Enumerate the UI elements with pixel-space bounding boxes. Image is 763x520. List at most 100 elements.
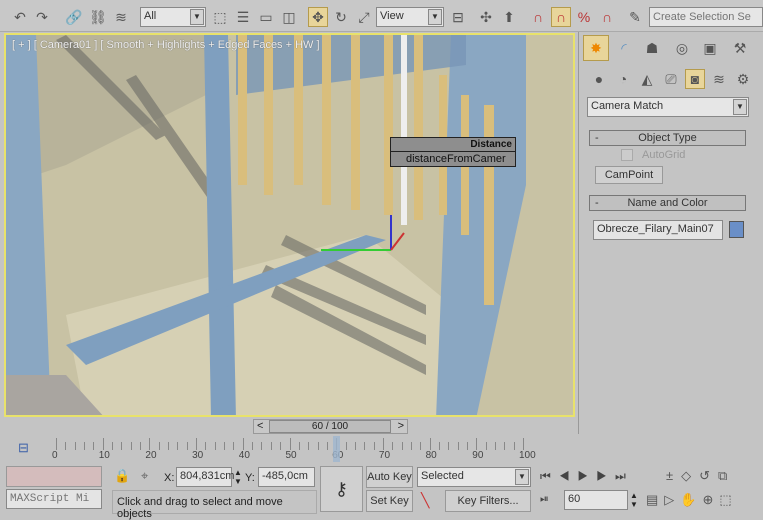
pan-icon[interactable]: ✋ [680, 492, 702, 507]
select-rotate-icon[interactable]: ↻ [331, 7, 351, 27]
lock-icon[interactable]: 🔒 [114, 468, 130, 484]
timeline-tick [242, 438, 244, 450]
next-frame-icon[interactable]: ▶ [596, 469, 615, 483]
select-scale-icon[interactable]: ⤢ [354, 7, 374, 27]
time-slider-thumb[interactable]: 60 / 100 [269, 420, 391, 433]
select-object-icon[interactable]: ⬚ [210, 7, 230, 27]
zoom-all-icon[interactable]: ◇ [681, 468, 699, 483]
key-mode-toggle-icon[interactable]: ⏯ [540, 493, 549, 506]
modify-tab[interactable]: ◜ [611, 35, 637, 61]
zoom-icon[interactable]: ± [666, 468, 681, 483]
timeline-tick [523, 438, 524, 450]
angle-snap-icon[interactable]: ∩ [551, 7, 571, 27]
x-spinner[interactable]: ▲ ▼ [234, 468, 242, 486]
maximize-toggle-icon[interactable]: ⬚ [719, 492, 737, 507]
window-crossing-icon[interactable]: ◫ [279, 7, 299, 27]
play-icon[interactable]: ▶ [578, 469, 597, 483]
camera-viewport[interactable]: [ + ] [ Camera01 ] [ Smooth + Highlights… [4, 33, 575, 417]
timeline-tick [485, 442, 487, 450]
next-frame-icon[interactable]: > [398, 420, 404, 432]
time-slider[interactable]: < 60 / 100 > [253, 419, 408, 434]
frame-spinner[interactable]: ▲ ▼ [630, 491, 638, 509]
utilities-tab[interactable]: ⚒ [727, 35, 753, 61]
y-coordinate-field[interactable]: -485,0cm [258, 467, 315, 487]
time-config-icon[interactable]: ▤ [646, 492, 664, 507]
key-tangent-icon[interactable]: ╲ [421, 492, 429, 509]
maximize-icon[interactable]: ⧉ [718, 468, 735, 483]
maxscript-listener-output[interactable] [6, 466, 102, 487]
hierarchy-tab[interactable]: ☗ [639, 35, 665, 61]
status-prompt: Click and drag to select and move object… [112, 490, 317, 520]
y-label: Y: [245, 472, 255, 484]
timeline[interactable]: ⊟ 0102030405060708090100 [0, 436, 578, 464]
timeline-tick-label: 50 [285, 450, 297, 461]
timeline-tick-label: 100 [519, 450, 536, 461]
reference-coord-dropdown[interactable]: View ▼ [376, 7, 444, 27]
category-dropdown[interactable]: Camera Match ▼ [587, 97, 749, 117]
systems-icon[interactable]: ⚙ [733, 69, 753, 89]
lights-icon[interactable]: ◭ [637, 69, 657, 89]
timeline-tick [261, 442, 263, 450]
motion-tab[interactable]: ◎ [669, 35, 695, 61]
create-tab[interactable]: ✸ [583, 35, 609, 61]
autogrid-checkbox[interactable] [621, 149, 633, 161]
viewport-label[interactable]: [ + ] [ Camera01 ] [ Smooth + Highlights… [12, 39, 320, 51]
selection-filter-dropdown[interactable]: All ▼ [140, 7, 206, 27]
spinner-snap-icon[interactable]: ∩ [597, 7, 617, 27]
object-type-rollout-header[interactable]: - Object Type [589, 130, 746, 146]
walk-through-icon[interactable]: ▷ [664, 492, 680, 507]
timeline-tick [420, 442, 422, 450]
select-by-name-icon[interactable]: ☰ [233, 7, 253, 27]
bind-space-warp-icon[interactable]: ≋ [111, 7, 131, 27]
timeline-tick [401, 442, 403, 450]
helpers-icon[interactable]: ◙ [685, 69, 705, 89]
timeline-tick [233, 442, 235, 450]
timeline-tick [466, 442, 468, 450]
named-selection-input[interactable] [649, 7, 763, 27]
orbit-icon[interactable]: ↺ [699, 468, 718, 483]
pivot-icon[interactable]: ⊟ [448, 7, 468, 27]
key-filters-button[interactable]: Key Filters... [445, 490, 531, 512]
object-color-swatch[interactable] [729, 221, 744, 238]
link-icon[interactable]: 🔗 [64, 7, 84, 27]
mirror-icon[interactable]: ✣ [476, 7, 496, 27]
timeline-tick [177, 442, 179, 450]
set-key-mode-button[interactable]: ⚷ [320, 466, 363, 512]
space-warps-icon[interactable]: ≋ [709, 69, 729, 89]
timeline-tick [65, 442, 67, 450]
curve-editor-icon[interactable]: ⊟ [18, 440, 29, 456]
timeline-tick [513, 442, 515, 450]
undo-icon[interactable]: ↶ [10, 7, 30, 27]
campoint-button[interactable]: CamPoint [595, 166, 663, 184]
unlink-icon[interactable]: ⛓ [88, 7, 108, 27]
current-frame-marker[interactable] [333, 436, 341, 462]
shapes-icon[interactable]: ◔ [613, 69, 633, 89]
x-coordinate-field[interactable]: 804,831cm [176, 467, 234, 487]
object-name-field[interactable]: Obrecze_Filary_Main07 [593, 220, 723, 240]
redo-icon[interactable]: ↷ [32, 7, 52, 27]
cameras-icon[interactable]: ⎚ [661, 69, 681, 89]
maxscript-mini-listener[interactable] [6, 489, 102, 509]
timeline-tick [93, 442, 95, 450]
display-tab[interactable]: ▣ [697, 35, 723, 61]
orbit-camera-icon[interactable]: ⊕ [702, 492, 719, 507]
go-to-start-icon[interactable]: ⏮ [540, 469, 559, 483]
select-move-icon[interactable]: ✥ [308, 7, 328, 27]
go-to-end-icon[interactable]: ⏭ [615, 469, 634, 483]
edit-named-selection-icon[interactable]: ✎ [625, 7, 645, 27]
key-mode-dropdown[interactable]: Selected ▼ [417, 467, 531, 487]
align-icon[interactable]: ⬆ [499, 7, 519, 27]
name-and-color-rollout-header[interactable]: - Name and Color [589, 195, 746, 211]
timeline-tick-label: 90 [472, 450, 484, 461]
prev-frame-icon[interactable]: < [257, 420, 263, 432]
previous-frame-icon[interactable]: ◀ [559, 469, 578, 483]
absolute-mode-icon[interactable]: ⌖ [141, 468, 148, 484]
current-frame-field[interactable]: 60 [564, 490, 628, 510]
geometry-icon[interactable]: ● [589, 69, 609, 89]
auto-key-button[interactable]: Auto Key [366, 466, 413, 488]
set-key-button[interactable]: Set Key [366, 490, 413, 512]
snap-3d-icon[interactable]: ∩ [528, 7, 548, 27]
rect-selection-icon[interactable]: ▭ [256, 7, 276, 27]
timeline-tick-label: 30 [192, 450, 204, 461]
percent-snap-icon[interactable]: % [574, 7, 594, 27]
